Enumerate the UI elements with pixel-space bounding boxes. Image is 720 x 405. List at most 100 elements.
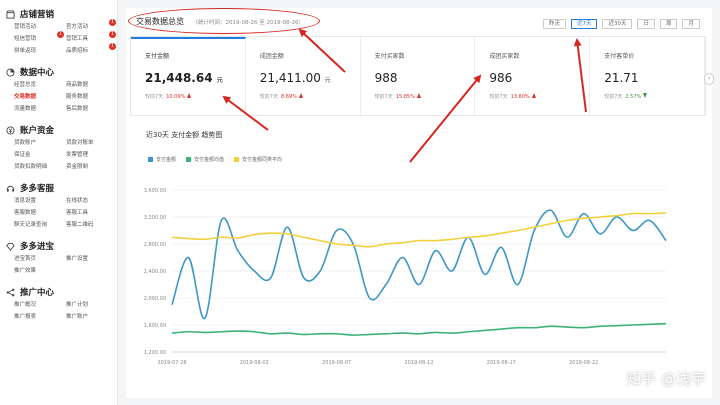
range-button[interactable]: 月: [682, 19, 700, 29]
range-button[interactable]: 周: [659, 19, 678, 29]
sidebar-item[interactable]: 资金限制: [66, 162, 118, 173]
sidebar-item-label: 官方活动: [66, 24, 89, 30]
metric-compare: 较前7天 8.69%: [260, 93, 360, 100]
compare-percent: 2.57%: [625, 94, 642, 100]
sidebar-group-title[interactable]: 多多客服: [0, 180, 117, 196]
metric-card[interactable]: 成团金额 21,411.00 元较前7天 8.69%: [246, 37, 361, 115]
sidebar-item[interactable]: 消息设置: [14, 196, 66, 207]
range-button[interactable]: 昨天: [542, 19, 566, 29]
sidebar-item[interactable]: 货款对账单: [66, 138, 118, 149]
sidebar-item[interactable]: 推广设置: [66, 254, 118, 265]
sidebar-item-label: 发票管理: [66, 152, 89, 158]
sidebar-item[interactable]: 客服数据: [14, 208, 66, 219]
series-line: [171, 209, 667, 320]
range-button[interactable]: 近7天: [570, 19, 598, 29]
sidebar-item-label: 推广概况: [14, 302, 37, 308]
sidebar-group-title[interactable]: 推广中心: [0, 284, 117, 300]
sidebar-group-title[interactable]: 多多进宝: [0, 238, 117, 254]
sidebar-group-title[interactable]: 账户资金: [0, 122, 117, 138]
metric-card[interactable]: 支付买家数 988 较前7天 15.85%: [361, 37, 476, 115]
sidebar-item-label: 客服数据: [14, 210, 37, 216]
series-line: [171, 212, 667, 248]
sidebar-item[interactable]: 保证金: [14, 150, 66, 161]
y-tick-label: 3,200.00: [144, 215, 166, 221]
range-button[interactable]: 日: [637, 19, 655, 29]
sidebar-item-label: 货款对账单: [66, 140, 94, 146]
sidebar-item-label: 交易数据: [14, 94, 37, 100]
sidebar-item[interactable]: 售后数据: [66, 104, 118, 115]
sidebar-item[interactable]: 货款账户: [14, 138, 66, 149]
metric-card[interactable]: 支付金额 21,448.64 元较前7天 10.09%: [131, 37, 246, 115]
sidebar-item[interactable]: 聊天记录查询: [14, 220, 66, 231]
legend-label: 支付金额: [156, 157, 177, 163]
metric-label: 成团金额: [259, 53, 284, 60]
sidebar-item-label: 营销活动: [14, 24, 37, 30]
chevron-right-icon[interactable]: ›: [703, 73, 714, 85]
arrow-up-icon: [187, 93, 192, 98]
notification-badge: 1: [109, 31, 116, 38]
sidebar-item[interactable]: 交易数据: [14, 92, 66, 103]
sidebar-item[interactable]: 商品数据: [66, 80, 118, 91]
notification-badge: 1: [109, 19, 116, 26]
metric-value-row: 21,448.64 元: [145, 71, 245, 85]
sidebar-item[interactable]: 货款扣款明细: [14, 162, 66, 173]
y-tick-label: 2,400.00: [144, 269, 166, 275]
compare-label: 较前7天: [374, 94, 393, 100]
notification-badge: 1: [57, 31, 64, 38]
watermark: 知乎 @浅宇: [626, 370, 706, 388]
sidebar-group-title[interactable]: 店铺营销: [0, 6, 117, 22]
x-tick-label: 2019-08-12: [404, 360, 433, 366]
metric-unit: 元: [324, 77, 331, 84]
metric-label: 成团买家数: [489, 53, 520, 60]
sidebar-item[interactable]: 推广效果: [14, 266, 66, 277]
app-root: 店铺营销 营销活动 官方活动 1 短信营销 1 营销工具 1 拼单返现 品质招标 1 数据中心 经营总览…: [0, 0, 720, 405]
legend-swatch: [186, 157, 192, 162]
sidebar-item-label: 流量数据: [14, 106, 37, 112]
legend-item[interactable]: 支付金额: [148, 156, 176, 163]
sidebar-item-label: 聊天记录查询: [14, 222, 48, 228]
metric-compare: 较前7天 15.85%: [375, 93, 475, 100]
metric-card[interactable]: 成团买家数 986 较前7天 13.60%: [475, 37, 591, 115]
metric-card[interactable]: 支付客单价 21.71 较前7天 2.57% ›: [590, 37, 714, 115]
sidebar-item-label: 推广报表: [14, 314, 37, 320]
sidebar-item[interactable]: 客服工具: [66, 208, 118, 219]
sidebar-group-title[interactable]: 数据中心: [0, 64, 117, 80]
sidebar-item-label: 客服二维码: [66, 222, 94, 228]
sidebar-item[interactable]: 品质招标 1: [66, 43, 118, 57]
sidebar-item[interactable]: 服务数据: [66, 92, 118, 103]
sidebar-item[interactable]: 进宝首页: [14, 254, 66, 265]
sidebar-item-label: 推广账户: [66, 314, 89, 320]
sidebar-item[interactable]: 推广概况: [14, 300, 66, 311]
sidebar-item[interactable]: 推广计划: [66, 300, 118, 311]
sidebar-item-label: 在线状态: [66, 198, 89, 204]
sidebar-item[interactable]: 短信营销 1: [14, 31, 66, 45]
gem-icon: [6, 242, 15, 251]
sidebar-item[interactable]: 客服二维码: [66, 220, 118, 231]
sidebar-item[interactable]: 发票管理: [66, 150, 118, 161]
chart-title: 近30天 支付金额 趋势图: [146, 131, 223, 139]
range-switcher: 昨天 近7天 近30天日周月: [542, 19, 700, 29]
sidebar-item-label: 保证金: [14, 152, 31, 158]
metric-label: 支付客单价: [604, 53, 635, 60]
compare-label: 较前7天: [489, 94, 508, 100]
legend-label: 支付金额同类平均: [242, 157, 283, 163]
sidebar-item[interactable]: 推广报表: [14, 312, 66, 323]
sidebar-group: 账户资金 货款账户 货款对账单保证金 发票管理 货款扣款明细 资金限制: [0, 122, 117, 173]
sidebar-group: 推广中心推广概况 推广计划推广报表 推广账户: [0, 284, 117, 323]
sidebar-item[interactable]: 在线状态: [66, 196, 118, 207]
sidebar-item[interactable]: 拼单返现: [14, 46, 66, 57]
metric-compare: 较前7天 10.09%: [145, 93, 245, 100]
legend-item[interactable]: 支付金额均值: [186, 156, 224, 163]
sidebar-item[interactable]: 推广账户: [66, 312, 118, 323]
metric-value-row: 21,411.00 元: [260, 71, 360, 85]
range-button[interactable]: 近30天: [602, 19, 633, 29]
metric-value-row: 21.71: [604, 71, 704, 85]
arrow-up-icon: [298, 93, 303, 98]
sidebar-item[interactable]: 流量数据: [14, 104, 66, 115]
sidebar-item[interactable]: 经营总览: [14, 80, 66, 91]
metric-compare: 较前7天 13.60%: [489, 93, 589, 100]
metric-value-row: 988: [375, 71, 475, 85]
legend-item[interactable]: 支付金额同类平均: [234, 156, 282, 163]
compare-percent: 15.85%: [395, 94, 415, 100]
x-tick-label: 2019-08-02: [240, 360, 269, 366]
